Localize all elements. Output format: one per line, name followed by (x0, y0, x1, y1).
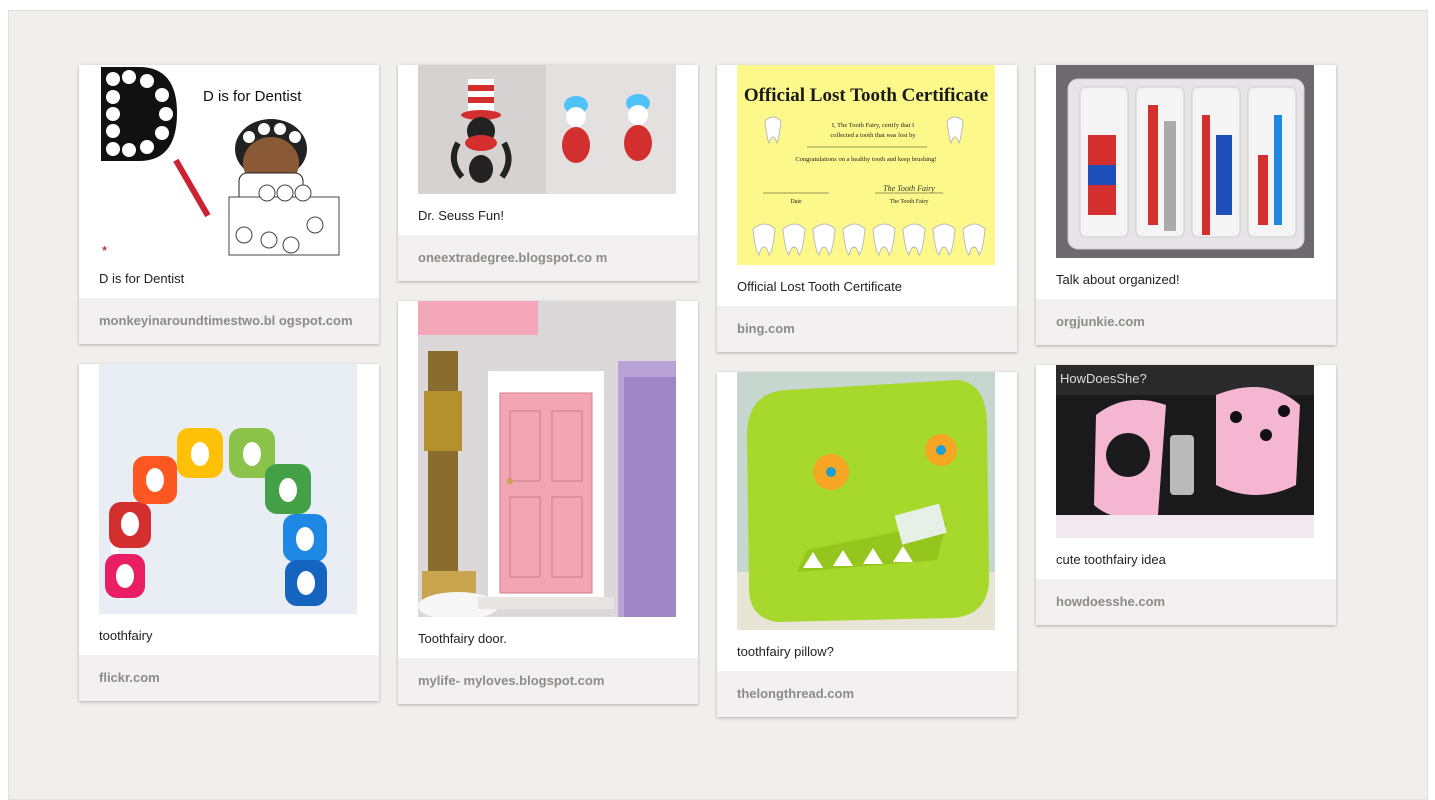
pin-column-2: Dr. Seuss Fun! oneextradegree.blogspot.c… (398, 45, 698, 724)
pin-image[interactable]: Official Lost Tooth Certificate I, The T… (737, 65, 995, 265)
certificate-line-2: collected a tooth that was lost by (830, 132, 916, 139)
pin-source-link[interactable]: howdoesshe.com (1036, 579, 1336, 625)
pin-source-link[interactable]: oneextradegree.blogspot.co m (398, 235, 698, 281)
pin-caption: D is for Dentist (99, 271, 185, 286)
pin-column-4: Talk about organized! orgjunkie.com HowD… (1036, 45, 1336, 645)
pin-image[interactable] (418, 65, 676, 194)
image-logo-text: HowDoesShe? (1060, 371, 1147, 386)
pin-card[interactable]: Official Lost Tooth Certificate I, The T… (717, 65, 1017, 352)
image-title-text: D is for Dentist (203, 88, 302, 105)
pin-caption: Official Lost Tooth Certificate (737, 279, 902, 294)
certificate-date-label: Date (790, 199, 802, 205)
pin-caption: Toothfairy door. (418, 631, 507, 646)
pin-card[interactable]: Dr. Seuss Fun! oneextradegree.blogspot.c… (398, 65, 698, 281)
pin-card[interactable]: toothfairy pillow? thelongthread.com (717, 372, 1017, 717)
pin-source-link[interactable]: orgjunkie.com (1036, 299, 1336, 345)
pin-caption: cute toothfairy idea (1056, 552, 1166, 567)
pin-card[interactable]: Talk about organized! orgjunkie.com (1036, 65, 1336, 345)
certificate-title: Official Lost Tooth Certificate (744, 85, 988, 106)
pin-source-link[interactable]: thelongthread.com (717, 671, 1017, 717)
pin-image[interactable] (1056, 65, 1314, 258)
pin-image[interactable]: HowDoesShe? (1056, 365, 1314, 538)
pin-image[interactable] (737, 372, 995, 630)
pin-card[interactable]: D is for Dentist ★ D is for Dentist monk… (79, 65, 379, 344)
pin-caption: toothfairy (99, 628, 153, 643)
pin-image[interactable]: D is for Dentist ★ (99, 65, 357, 257)
pin-source-link[interactable]: monkeyinaroundtimestwo.bl ogspot.com (79, 298, 379, 344)
pin-caption: Talk about organized! (1056, 272, 1180, 287)
pin-source-link[interactable]: bing.com (717, 306, 1017, 352)
svg-text:★: ★ (101, 244, 108, 253)
pin-image[interactable] (418, 301, 676, 617)
certificate-signature-label: The Tooth Fairy (890, 199, 929, 205)
certificate-line-3: Congratulations on a healthy tooth and k… (795, 156, 936, 163)
pin-column-1: D is for Dentist ★ D is for Dentist monk… (79, 45, 379, 721)
pin-caption: toothfairy pillow? (737, 644, 834, 659)
pin-caption: Dr. Seuss Fun! (418, 208, 504, 223)
certificate-signature: The Tooth Fairy (883, 184, 935, 193)
pin-card[interactable]: HowDoesShe? cute toothfairy idea howdoes… (1036, 365, 1336, 625)
pin-column-3: Official Lost Tooth Certificate I, The T… (717, 45, 1017, 737)
pin-image[interactable] (99, 364, 357, 614)
pin-card[interactable]: toothfairy flickr.com (79, 364, 379, 701)
pin-board: D is for Dentist ★ D is for Dentist monk… (8, 10, 1428, 800)
pin-card[interactable]: Toothfairy door. mylife- myloves.blogspo… (398, 301, 698, 704)
certificate-line-1: I, The Tooth Fairy, certify that I (832, 122, 914, 129)
pin-source-link[interactable]: flickr.com (79, 655, 379, 701)
pin-source-link[interactable]: mylife- myloves.blogspot.com (398, 658, 698, 704)
